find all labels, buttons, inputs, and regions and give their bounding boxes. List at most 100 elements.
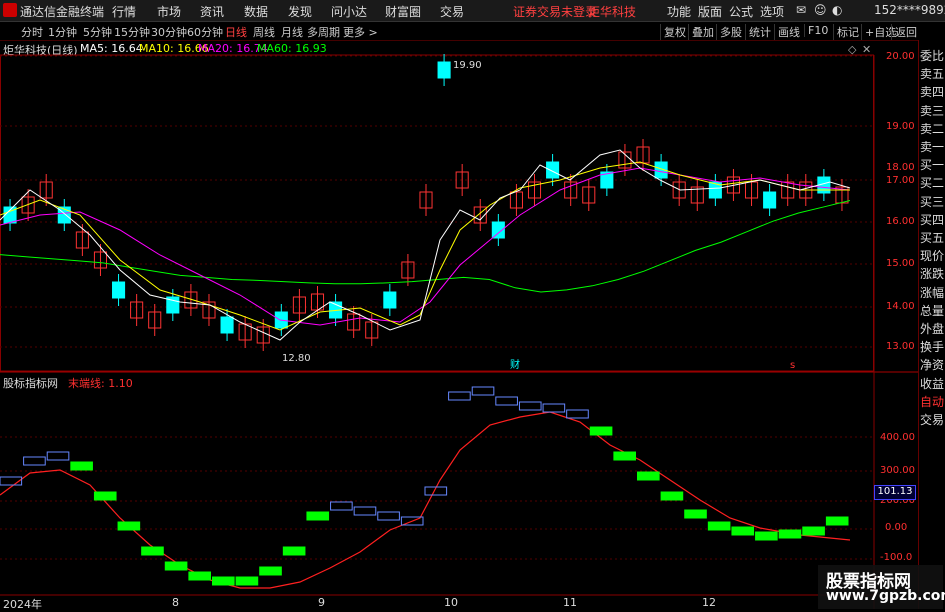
f10-button[interactable]: F10 (804, 24, 831, 37)
high-annotation: 19.90 (453, 60, 482, 71)
sub-tick-0: 0.00 (885, 522, 908, 533)
quote-panel-item[interactable]: 卖一 (920, 138, 944, 155)
chart-area[interactable]: 19.90 12.80 财 s (0, 40, 918, 609)
indicator-step (660, 491, 684, 501)
period-multi[interactable]: 多周期 (307, 24, 340, 40)
indicator-step (282, 546, 306, 556)
app-logo-icon (3, 3, 17, 17)
account-number[interactable]: 152****9892 (874, 3, 945, 17)
trade-login-alert[interactable]: 证券交易未登录 (513, 3, 597, 20)
indicator-step (23, 456, 46, 466)
indicator-step (566, 409, 589, 419)
finance-marker: 财 (510, 358, 520, 371)
indicator-step (613, 451, 637, 461)
quote-panel-item[interactable]: 涨幅 (920, 284, 944, 301)
overlay-button[interactable]: 叠加 (688, 24, 717, 40)
quote-panel-item[interactable]: 卖三 (920, 102, 944, 119)
quote-panel-item[interactable]: 涨跌 (920, 265, 944, 282)
menu-market[interactable]: 市场 (157, 3, 181, 20)
theme-icon[interactable]: ◐ (832, 3, 842, 17)
indicator-step (471, 386, 495, 396)
menu-formula[interactable]: 公式 (729, 3, 753, 20)
x-label-dec: 12 (702, 596, 716, 609)
indicator-step (141, 546, 164, 556)
quote-panel-item[interactable]: 买一 (920, 156, 944, 173)
draw-button[interactable]: 画线 (774, 24, 803, 40)
x-label-nov: 11 (563, 596, 577, 609)
period-15min[interactable]: 15分钟 (114, 24, 150, 40)
period-more[interactable]: 更多 > (343, 24, 378, 40)
sub-gridlines (0, 436, 874, 560)
quote-panel-item[interactable]: 买三 (920, 193, 944, 210)
price-gridlines (0, 55, 874, 348)
quote-panel-item[interactable]: 卖二 (920, 120, 944, 137)
menu-discover[interactable]: 发现 (288, 3, 312, 20)
period-monthly[interactable]: 月线 (281, 24, 303, 40)
quote-panel-item[interactable]: 买五 (920, 229, 944, 246)
stock-name-alert[interactable]: 炬华科技 (588, 3, 636, 20)
quote-panel-item[interactable]: 总量 (920, 302, 944, 319)
quote-panel-item[interactable]: 买二 (920, 174, 944, 191)
quote-panel-item[interactable]: 现价 (920, 247, 944, 264)
menu-function[interactable]: 功能 (667, 3, 691, 20)
indicator-step (448, 391, 471, 401)
user-icon[interactable]: ☺ (814, 3, 827, 17)
quote-panel-item[interactable]: 收益 (920, 375, 944, 392)
indicator-step (117, 521, 141, 531)
mark-button[interactable]: 标记 (833, 24, 862, 40)
quote-panel-item[interactable]: 卖四 (920, 83, 944, 100)
back-button[interactable]: 返回 (891, 24, 920, 40)
low-annotation: 12.80 (282, 353, 311, 364)
indicator-name: 股标指标网 (3, 377, 58, 390)
ma5-line (0, 149, 851, 341)
indicator-step (330, 501, 353, 511)
indicator-step (637, 471, 660, 481)
price-tick-15: 15.00 (886, 258, 915, 269)
mail-icon[interactable]: ✉ (796, 3, 806, 17)
quote-panel-item[interactable]: 卖五 (920, 65, 944, 82)
period-60min[interactable]: 60分钟 (187, 24, 223, 40)
sub-tick-neg100: -100.0 (880, 552, 913, 563)
indicator-step (93, 491, 117, 501)
menu-news[interactable]: 资讯 (200, 3, 224, 20)
quote-panel-item[interactable]: 委比 (920, 47, 944, 64)
quote-panel-item[interactable]: 外盘 (920, 320, 944, 337)
period-intraday[interactable]: 分时 (21, 24, 43, 40)
watermark-url: www.7gpzb.com (826, 588, 945, 604)
period-daily[interactable]: 日线 (225, 24, 247, 40)
indicator-step (212, 576, 235, 586)
x-label-oct: 10 (444, 596, 458, 609)
menu-wealth[interactable]: 财富圈 (385, 3, 421, 20)
x-label-aug: 8 (172, 596, 179, 609)
period-30min[interactable]: 30分钟 (151, 24, 187, 40)
price-tick-13: 13.00 (886, 341, 915, 352)
quote-panel-item[interactable]: 交易 (920, 411, 944, 428)
period-5min[interactable]: 5分钟 (83, 24, 112, 40)
menu-quotes[interactable]: 行情 (112, 3, 136, 20)
fq-button[interactable]: 复权 (660, 24, 689, 40)
quote-panel-item[interactable]: 买四 (920, 211, 944, 228)
current-value-badge: 101.13 (874, 485, 916, 500)
menu-ask[interactable]: 问小达 (331, 3, 367, 20)
indicator-step (495, 396, 518, 406)
quote-panel-item[interactable]: 换手 (920, 338, 944, 355)
menu-trade[interactable]: 交易 (440, 3, 464, 20)
indicator-step (825, 516, 849, 526)
indicator-step (235, 576, 259, 586)
menu-options[interactable]: 选项 (760, 3, 784, 20)
menu-data[interactable]: 数据 (244, 3, 268, 20)
candlesticks (3, 54, 849, 351)
indicator-step (259, 566, 282, 576)
sub-tick-300: 300.00 (880, 465, 915, 476)
stats-button[interactable]: 统计 (745, 24, 774, 40)
period-1min[interactable]: 1分钟 (48, 24, 77, 40)
period-weekly[interactable]: 周线 (253, 24, 275, 40)
quote-panel-item[interactable]: 自动 (920, 393, 944, 410)
multi-stock-button[interactable]: 多股 (716, 24, 745, 40)
quote-panel-item[interactable]: 净资 (920, 356, 944, 373)
price-tick-19: 19.00 (886, 121, 915, 132)
indicator-red-line (0, 411, 851, 589)
menu-layout[interactable]: 版面 (698, 3, 722, 20)
indicator-step (46, 451, 70, 461)
indicator-step (731, 526, 755, 536)
